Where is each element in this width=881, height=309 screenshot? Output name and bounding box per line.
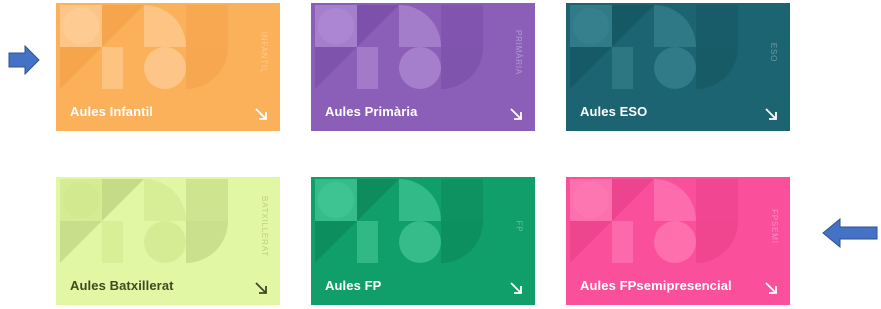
card-aules-eso[interactable]: ESO Aules ESO <box>566 3 790 131</box>
arrow-down-right-icon <box>255 108 267 120</box>
card-title: Aules Primària <box>325 104 418 119</box>
arrow-down-right-icon <box>510 108 522 120</box>
side-label: FPSEMI <box>769 208 779 244</box>
side-label: FP <box>514 220 524 232</box>
card-aules-infantil[interactable]: INFANTIL Aules Infantil <box>56 3 280 131</box>
card-title: Aules FPsemipresencial <box>580 278 732 293</box>
card-aules-batxillerat[interactable]: BATXILLERAT Aules Batxillerat <box>56 177 280 305</box>
arrow-left-icon <box>822 218 878 248</box>
arrow-down-right-icon <box>765 108 777 120</box>
card-title: Aules Infantil <box>70 104 154 119</box>
card-title: Aules FP <box>325 278 382 293</box>
arrow-right-icon <box>8 45 40 75</box>
side-label: ESO <box>769 42 779 62</box>
card-aules-primaria[interactable]: PRIMÀRIA Aules Primària <box>311 3 535 131</box>
side-label: INFANTIL <box>259 31 269 73</box>
arrow-down-right-icon <box>255 282 267 294</box>
side-label: PRIMÀRIA <box>514 29 524 75</box>
arrow-down-right-icon <box>510 282 522 294</box>
card-aules-fp[interactable]: FP Aules FP <box>311 177 535 305</box>
card-title: Aules Batxillerat <box>70 278 174 293</box>
card-title: Aules ESO <box>580 104 648 119</box>
side-label: BATXILLERAT <box>259 195 269 257</box>
arrow-down-right-icon <box>765 282 777 294</box>
card-aules-fpsemipresencial[interactable]: FPSEMI Aules FPsemipresencial <box>566 177 790 305</box>
